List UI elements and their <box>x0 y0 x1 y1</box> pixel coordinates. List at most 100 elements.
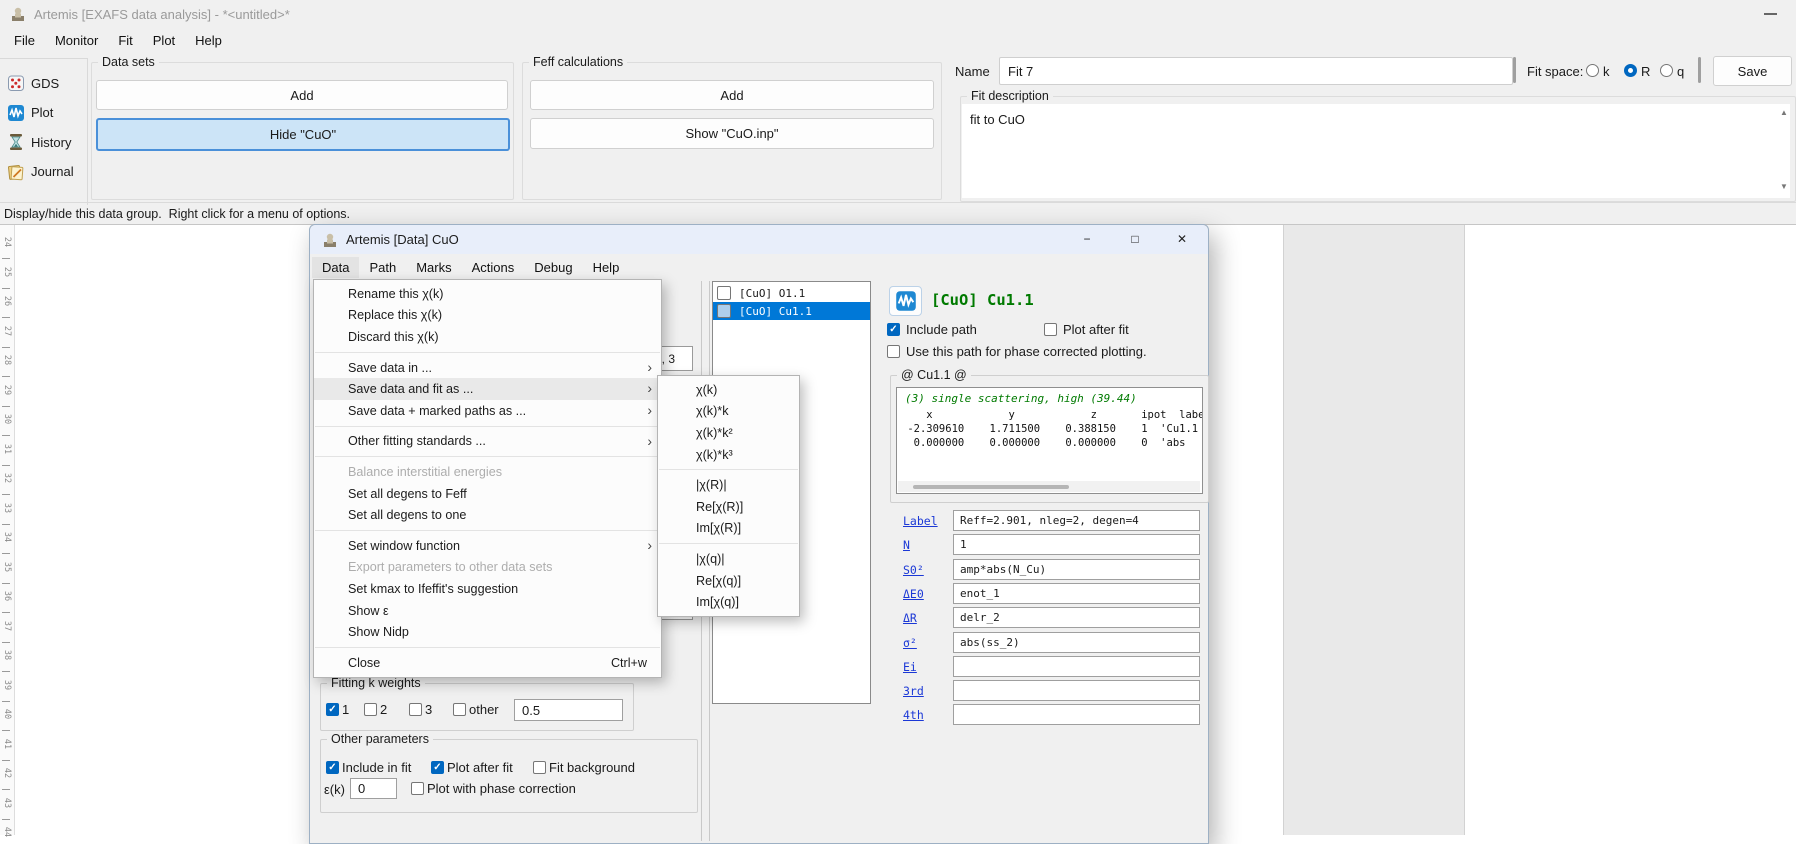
path-mark-checkbox[interactable] <box>717 286 731 300</box>
menu-item-set-all-degens-to-feff[interactable]: Set all degens to Feff <box>314 483 661 505</box>
menu-actions[interactable]: Actions <box>462 257 525 278</box>
hide-cuo-button[interactable]: Hide "CuO" <box>96 118 510 151</box>
menu-item-label: Replace this χ(k) <box>348 308 442 322</box>
epsilon-input[interactable]: 0 <box>350 778 397 799</box>
k-weight-other-input[interactable]: 0.5 <box>514 699 623 721</box>
ruler-tick <box>2 435 10 436</box>
menu-help[interactable]: Help <box>583 257 630 278</box>
param-label-label[interactable]: Label <box>903 514 938 528</box>
menu-help[interactable]: Help <box>185 30 232 51</box>
include-path-checkbox[interactable] <box>887 323 900 336</box>
path-plot-button[interactable] <box>889 286 922 316</box>
path-item-label: [CuO] Cu1.1 <box>739 305 812 318</box>
path-mark-checkbox[interactable] <box>717 304 731 318</box>
path-item-label: [CuO] O1.1 <box>739 287 805 300</box>
fit-description-textarea[interactable]: fit to CuO <box>962 104 1790 198</box>
menu-path[interactable]: Path <box>359 257 406 278</box>
feff-add-button[interactable]: Add <box>530 80 934 110</box>
menu-item-set-window-function[interactable]: Set window function› <box>314 535 661 557</box>
scrollbar-thumb[interactable] <box>913 485 1069 489</box>
menu-debug[interactable]: Debug <box>524 257 582 278</box>
menu-item-save-data-and-fit-as[interactable]: Save data and fit as ...› <box>314 378 661 400</box>
menu-item-q[interactable]: |χ(q)| <box>658 548 799 570</box>
option-checkbox-plot-after-fit[interactable] <box>431 761 444 774</box>
sidebar-item-plot[interactable]: Plot <box>7 103 53 123</box>
menu-monitor[interactable]: Monitor <box>45 30 108 51</box>
option-label: Include in fit <box>342 761 411 775</box>
menu-item-im-q[interactable]: Im[χ(q)] <box>658 591 799 613</box>
sidebar-item-gds[interactable]: GDS <box>7 73 59 93</box>
save-button[interactable]: Save <box>1713 56 1792 86</box>
menu-item-r[interactable]: |χ(R)| <box>658 474 799 496</box>
param-input-label[interactable]: Reff=2.901, nleg=2, degen=4 <box>953 510 1200 531</box>
option-checkbox-fit-background[interactable] <box>533 761 546 774</box>
sidebar-item-journal[interactable]: Journal <box>7 162 74 182</box>
menu-item-set-all-degens-to-one[interactable]: Set all degens to one <box>314 504 661 526</box>
show-cuo-inp-button[interactable]: Show "CuO.inp" <box>530 118 934 149</box>
param-label-4th[interactable]: 4th <box>903 708 924 722</box>
param-label-3rd[interactable]: 3rd <box>903 684 924 698</box>
menu-file[interactable]: File <box>4 30 45 51</box>
param-input-s0[interactable]: amp*abs(N_Cu) <box>953 559 1200 580</box>
path-list-item[interactable]: [CuO] O1.1 <box>713 284 870 302</box>
menu-item-other-fitting-standards[interactable]: Other fitting standards ...› <box>314 431 661 453</box>
param-input-4th[interactable] <box>953 704 1200 725</box>
param-input-3rd[interactable] <box>953 680 1200 701</box>
scroll-down-icon[interactable]: ▼ <box>1780 182 1788 191</box>
menu-item-k[interactable]: χ(k) <box>658 379 799 401</box>
menu-plot[interactable]: Plot <box>143 30 185 51</box>
fit-space-radio-r[interactable] <box>1624 64 1637 77</box>
horizontal-scrollbar[interactable] <box>898 481 1200 492</box>
menu-item-close[interactable]: CloseCtrl+w <box>314 652 661 674</box>
phase-corrected-checkbox[interactable] <box>887 345 900 358</box>
plot-after-fit-checkbox[interactable] <box>1044 323 1057 336</box>
plot-phase-correction-checkbox[interactable] <box>411 782 424 795</box>
fit-space-radio-q[interactable] <box>1660 64 1673 77</box>
option-checkbox-include-in-fit[interactable] <box>326 761 339 774</box>
menu-item-show-nidp[interactable]: Show Nidp <box>314 621 661 643</box>
menu-marks[interactable]: Marks <box>406 257 461 278</box>
menu-item-set-kmax-to-ifeffit-s-suggestion[interactable]: Set kmax to Ifeffit's suggestion <box>314 578 661 600</box>
param-input-r[interactable]: delr_2 <box>953 607 1200 628</box>
scroll-up-icon[interactable]: ▲ <box>1780 108 1788 117</box>
menu-item-replace-this-k[interactable]: Replace this χ(k) <box>314 305 661 327</box>
data-sets-add-button[interactable]: Add <box>96 80 508 110</box>
sidebar-item-history[interactable]: History <box>7 132 71 152</box>
menu-item-k-k[interactable]: χ(k)*k² <box>658 422 799 444</box>
menu-fit[interactable]: Fit <box>108 30 142 51</box>
menu-item-save-data-marked-paths-as[interactable]: Save data + marked paths as ...› <box>314 400 661 422</box>
param-input-n[interactable]: 1 <box>953 534 1200 555</box>
param-label-item[interactable]: σ² <box>903 636 917 650</box>
k-weight-checkbox-1[interactable] <box>326 703 339 716</box>
path-list-item[interactable]: [CuO] Cu1.1 <box>713 302 870 320</box>
param-input-e0[interactable]: enot_1 <box>953 583 1200 604</box>
minimize-icon[interactable] <box>1764 13 1777 15</box>
menu-item-re-r[interactable]: Re[χ(R)] <box>658 496 799 518</box>
close-icon[interactable]: ✕ <box>1167 228 1197 250</box>
k-weight-checkbox-3[interactable] <box>409 703 422 716</box>
k-weight-checkbox-2[interactable] <box>364 703 377 716</box>
menu-item-save-data-in[interactable]: Save data in ...› <box>314 357 661 379</box>
param-label-n[interactable]: N <box>903 538 910 552</box>
fit-name-input[interactable]: Fit 7 <box>999 57 1513 85</box>
param-label-ei[interactable]: Ei <box>903 660 917 674</box>
menu-item-discard-this-k[interactable]: Discard this χ(k) <box>314 326 661 348</box>
fit-space-radio-k[interactable] <box>1586 64 1599 77</box>
ruler-tick <box>2 760 10 761</box>
menu-item-rename-this-k[interactable]: Rename this χ(k) <box>314 283 661 305</box>
param-label-s0[interactable]: S0² <box>903 563 924 577</box>
menu-data[interactable]: Data <box>312 257 359 278</box>
param-input-ei[interactable] <box>953 656 1200 677</box>
param-label-e0[interactable]: ΔE0 <box>903 587 924 601</box>
minimize-icon[interactable]: − <box>1072 228 1102 250</box>
menu-item-k-k[interactable]: χ(k)*k³ <box>658 444 799 466</box>
menu-item-show[interactable]: Show ε <box>314 600 661 622</box>
param-input-item[interactable]: abs(ss_2) <box>953 632 1200 653</box>
maximize-icon[interactable]: □ <box>1120 228 1150 250</box>
menu-item-re-q[interactable]: Re[χ(q)] <box>658 570 799 592</box>
menu-item-k-k[interactable]: χ(k)*k <box>658 401 799 423</box>
menu-item-label: Save data and fit as ... <box>348 382 473 396</box>
param-label-r[interactable]: ΔR <box>903 611 917 625</box>
k-weight-checkbox-other[interactable] <box>453 703 466 716</box>
menu-item-im-r[interactable]: Im[χ(R)] <box>658 518 799 540</box>
